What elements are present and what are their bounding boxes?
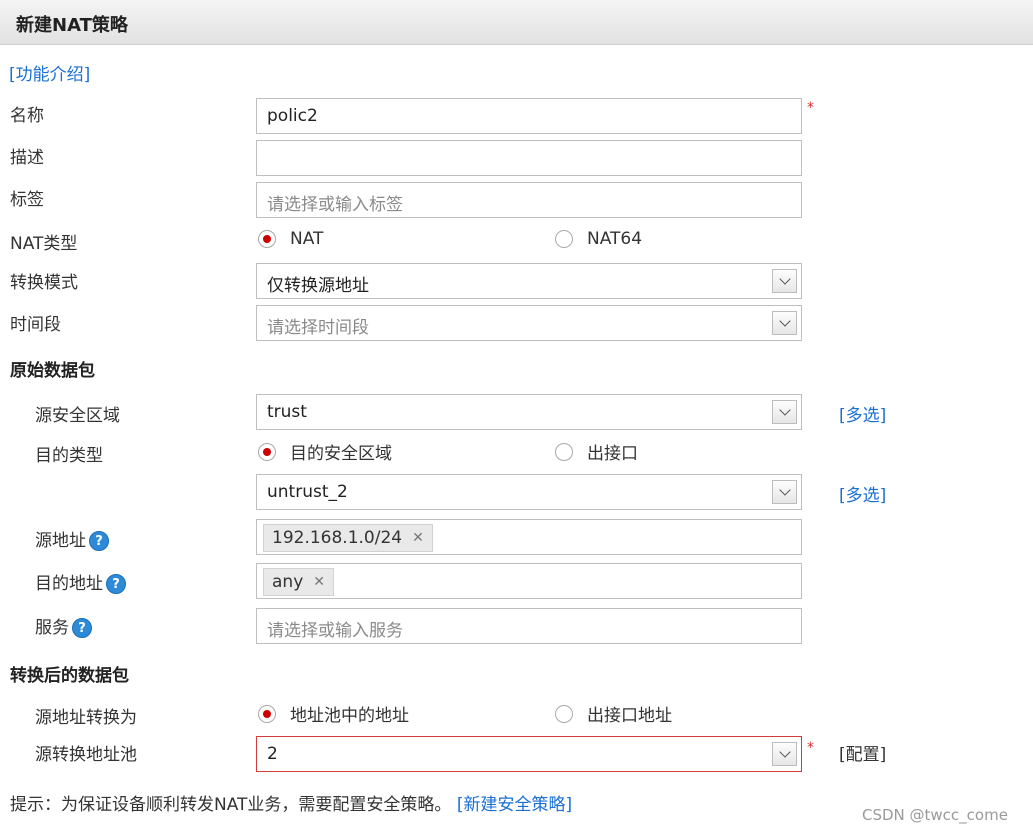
name-value: polic2 (267, 106, 318, 126)
required-mark: * (807, 100, 814, 116)
help-icon[interactable]: ? (106, 574, 126, 594)
src-zone-select[interactable]: trust (256, 394, 802, 430)
description-input[interactable] (256, 140, 802, 176)
pool-dropdown-button[interactable] (772, 742, 797, 766)
tip: 提示：为保证设备顺利转发NAT业务，需要配置安全策略。 [新建安全策略] (10, 790, 572, 815)
src-addr-tag: 192.168.1.0/24 ✕ (263, 524, 433, 552)
mode-value: 仅转换源地址 (267, 276, 369, 296)
pool-label: 源转换地址池 (35, 745, 137, 765)
radio-nat64-circle[interactable] (555, 230, 573, 248)
radio-interface-address-circle[interactable] (555, 704, 573, 723)
nat-type-label: NAT类型 (10, 234, 78, 254)
chevron-down-icon (778, 273, 791, 285)
radio-out-interface[interactable]: 出接口 (555, 439, 638, 464)
tag-placeholder: 请选择或输入标签 (267, 195, 403, 215)
radio-out-interface-circle[interactable] (555, 442, 573, 461)
feature-intro-link[interactable]: [功能介绍] (9, 60, 90, 85)
time-range-placeholder: 请选择时间段 (267, 318, 369, 338)
tag-label: 标签 (10, 190, 44, 210)
pool-select[interactable]: 2 (256, 736, 802, 772)
dst-addr-tag-label: any (272, 572, 304, 592)
chevron-down-icon (778, 484, 791, 496)
watermark: CSDN @twcc_come (862, 806, 1008, 824)
original-packet-title: 原始数据包 (10, 361, 95, 381)
remove-tag-icon[interactable]: ✕ (313, 574, 325, 590)
src-zone-label: 源安全区域 (35, 406, 120, 426)
radio-nat-circle[interactable] (258, 230, 276, 248)
mode-select[interactable]: 仅转换源地址 (256, 263, 802, 299)
radio-nat64[interactable]: NAT64 (555, 229, 642, 249)
mode-dropdown-button[interactable] (772, 269, 797, 293)
pool-config-link[interactable]: [配置] (839, 740, 886, 765)
translated-packet-title: 转换后的数据包 (10, 666, 129, 686)
radio-pool-address-label: 地址池中的地址 (290, 706, 409, 726)
time-range-dropdown-button[interactable] (772, 311, 797, 335)
dst-zone-multi-link[interactable]: [多选] (839, 481, 886, 506)
service-placeholder: 请选择或输入服务 (267, 621, 403, 641)
src-addr-label-text: 源地址 (35, 531, 86, 551)
time-range-label: 时间段 (10, 315, 61, 335)
src-addr-tag-label: 192.168.1.0/24 (272, 528, 403, 548)
src-zone-value: trust (267, 402, 307, 422)
radio-dst-zone-circle[interactable] (258, 442, 276, 461)
dst-zone-value: untrust_2 (267, 482, 348, 502)
src-zone-dropdown-button[interactable] (772, 400, 797, 424)
dialog-header: 新建NAT策略 (0, 0, 1033, 45)
name-label: 名称 (10, 106, 44, 126)
service-label-text: 服务 (35, 618, 69, 638)
src-addr-label: 源地址? (35, 526, 109, 551)
pool-value: 2 (267, 744, 278, 764)
radio-nat[interactable]: NAT (258, 229, 323, 249)
dst-zone-dropdown-button[interactable] (772, 480, 797, 504)
name-input[interactable]: polic2 (256, 98, 802, 134)
chevron-down-icon (778, 404, 791, 416)
radio-out-interface-label: 出接口 (587, 444, 638, 464)
dst-addr-label: 目的地址? (35, 569, 126, 594)
dst-addr-tag: any ✕ (263, 568, 334, 596)
radio-interface-address-label: 出接口地址 (587, 706, 672, 726)
chevron-down-icon (778, 746, 791, 758)
description-label: 描述 (10, 148, 44, 168)
time-range-select[interactable]: 请选择时间段 (256, 305, 802, 341)
src-translate-label: 源地址转换为 (35, 708, 137, 728)
radio-dst-zone[interactable]: 目的安全区域 (258, 439, 392, 464)
src-zone-multi-link[interactable]: [多选] (839, 401, 886, 426)
tag-input[interactable]: 请选择或输入标签 (256, 182, 802, 218)
chevron-down-icon (778, 315, 791, 327)
help-icon[interactable]: ? (89, 531, 109, 551)
service-input[interactable]: 请选择或输入服务 (256, 608, 802, 644)
radio-pool-address-circle[interactable] (258, 704, 276, 723)
new-security-policy-link[interactable]: [新建安全策略] (457, 795, 572, 815)
dst-addr-input[interactable]: any ✕ (256, 563, 802, 599)
src-addr-input[interactable]: 192.168.1.0/24 ✕ (256, 519, 802, 555)
radio-interface-address[interactable]: 出接口地址 (555, 701, 672, 726)
service-label: 服务? (35, 613, 92, 638)
mode-label: 转换模式 (10, 273, 78, 293)
remove-tag-icon[interactable]: ✕ (412, 530, 424, 546)
tip-text: 提示：为保证设备顺利转发NAT业务，需要配置安全策略。 (10, 795, 452, 815)
dst-addr-label-text: 目的地址 (35, 574, 103, 594)
radio-nat-label: NAT (290, 229, 324, 249)
radio-nat64-label: NAT64 (587, 229, 643, 249)
dialog-title: 新建NAT策略 (16, 15, 128, 36)
dst-zone-select[interactable]: untrust_2 (256, 474, 802, 510)
radio-dst-zone-label: 目的安全区域 (290, 444, 392, 464)
dst-type-label: 目的类型 (35, 446, 103, 466)
radio-pool-address[interactable]: 地址池中的地址 (258, 701, 409, 726)
required-mark: * (807, 740, 814, 756)
help-icon[interactable]: ? (72, 618, 92, 638)
